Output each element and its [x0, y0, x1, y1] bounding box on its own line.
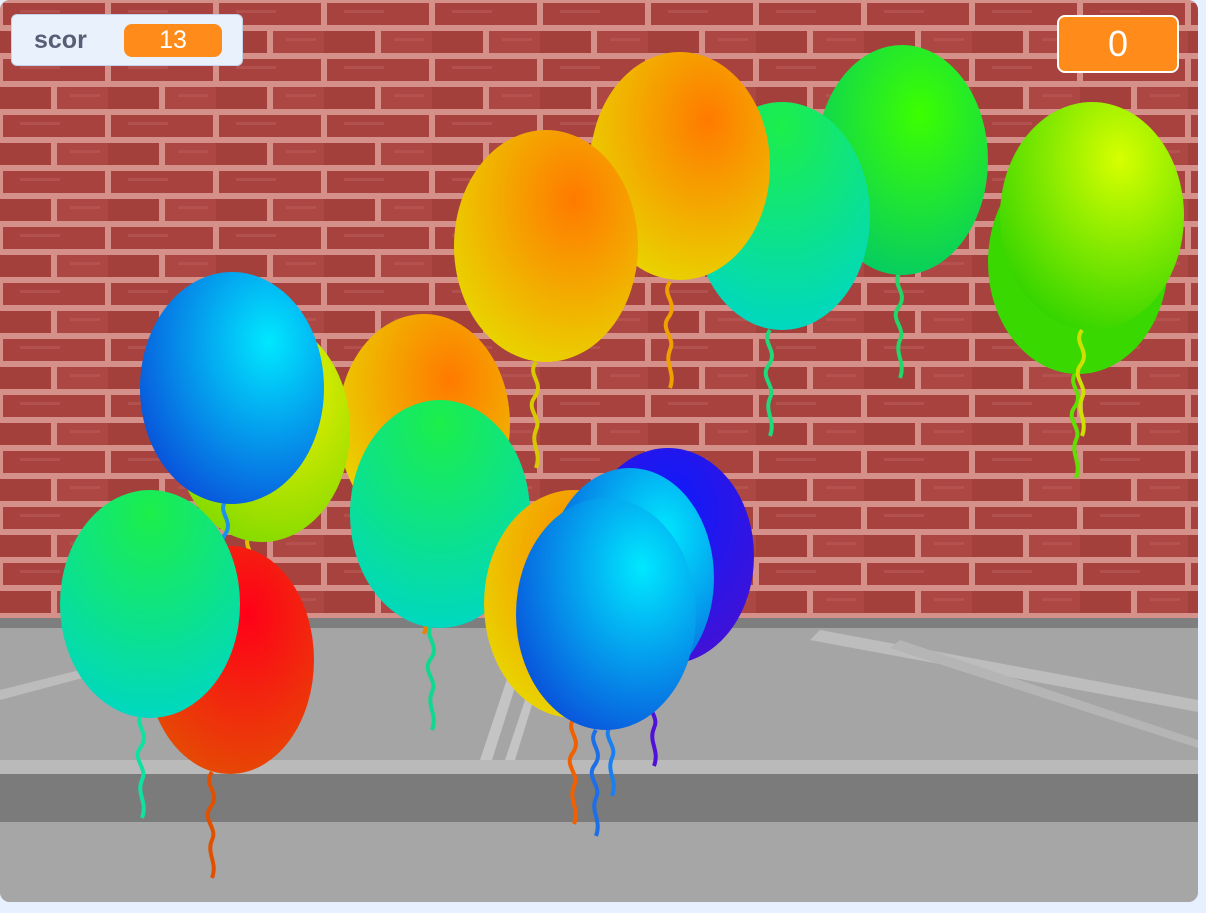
score-value: 13 — [124, 23, 222, 57]
score-monitor: scor 13 — [11, 14, 243, 66]
curb-top — [0, 760, 1198, 774]
game-stage[interactable]: scor 13 0 — [0, 0, 1198, 902]
road — [0, 822, 1198, 902]
curb-face — [0, 774, 1198, 822]
score-label: scor — [34, 25, 87, 54]
stage-backdrop — [0, 0, 1198, 902]
large-readout-monitor: 0 — [1057, 15, 1179, 73]
